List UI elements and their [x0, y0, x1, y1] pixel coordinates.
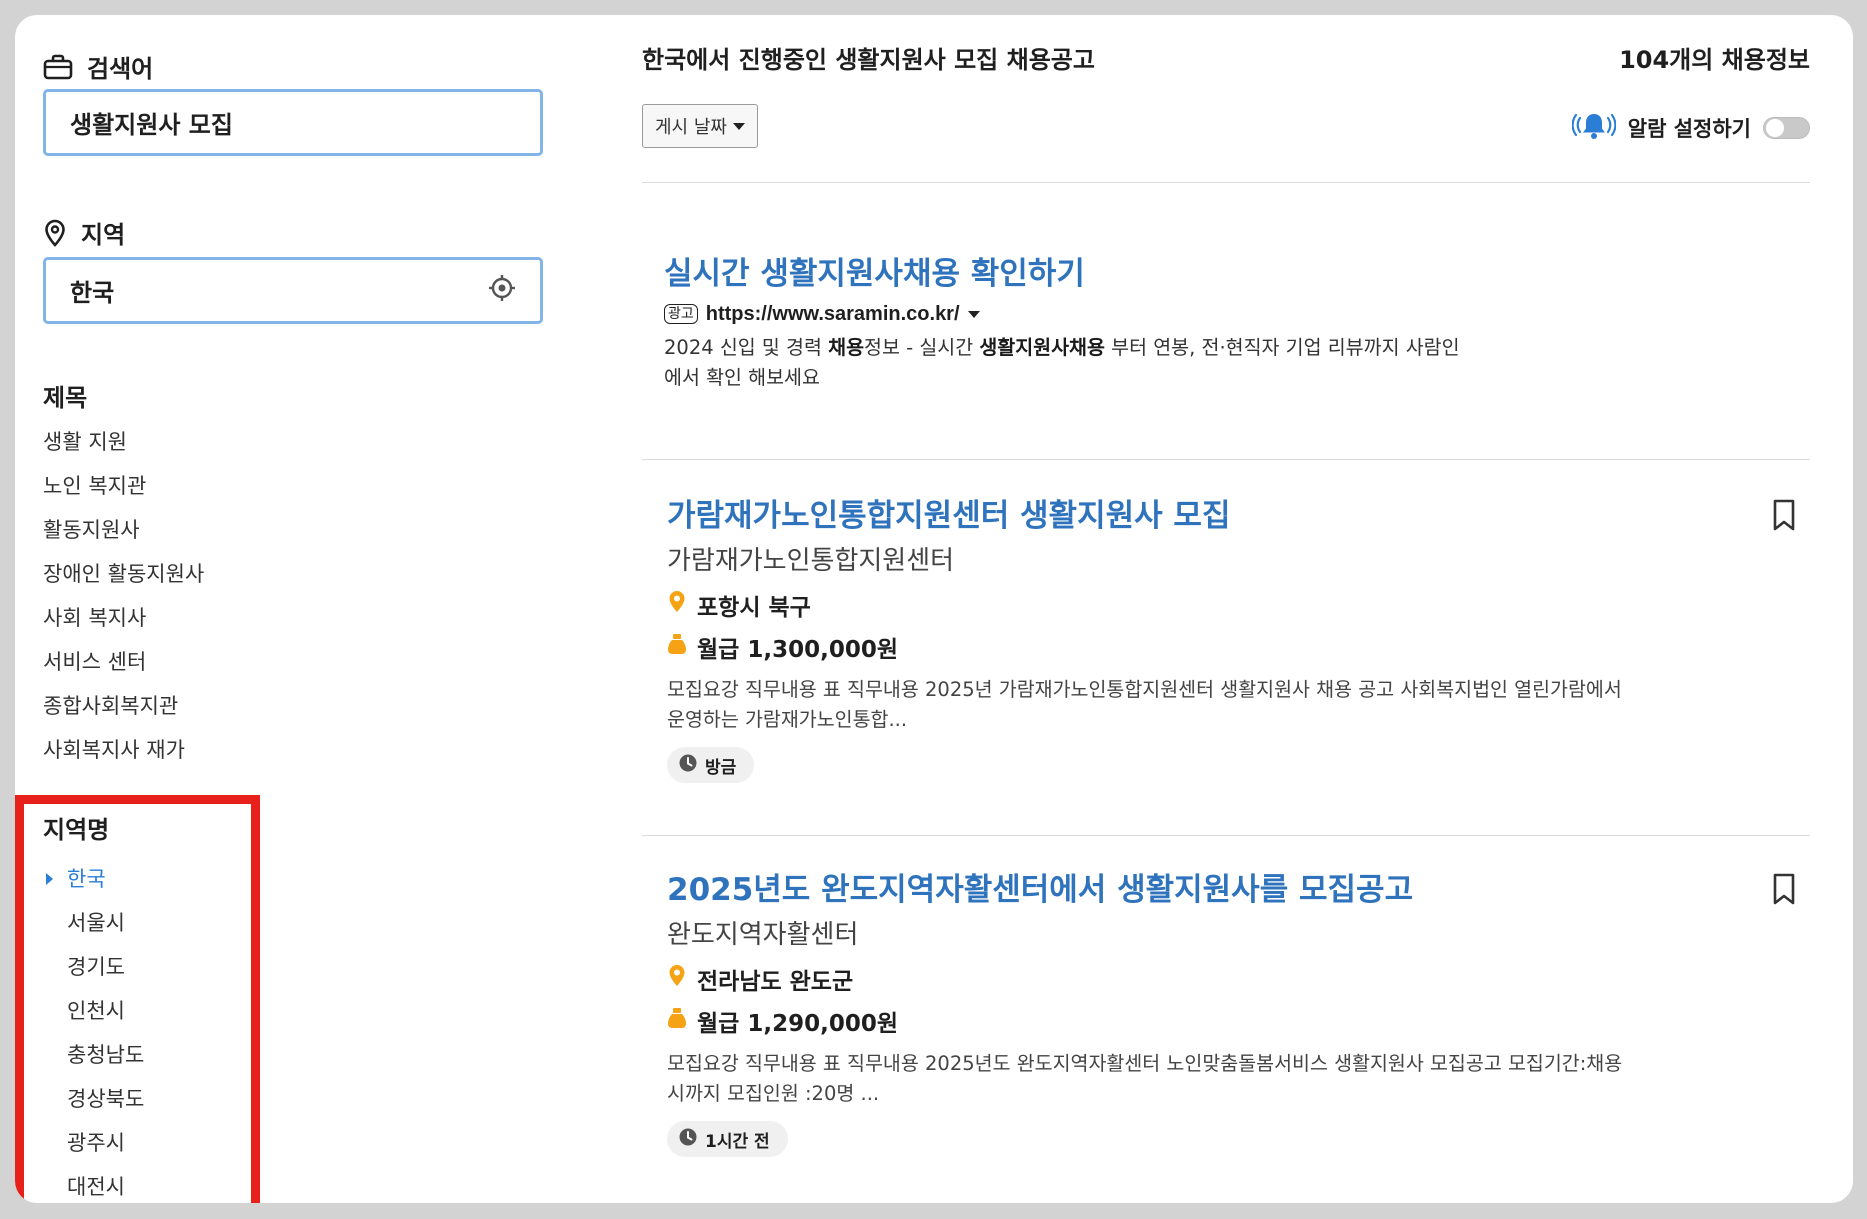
keyword-label: 검색어 [43, 49, 153, 84]
ad-desc-text: 2024 신입 및 경력 [664, 336, 829, 359]
ad-badge: 광고 [664, 304, 698, 324]
title-filter-item[interactable]: 노인 복지관 [43, 464, 204, 508]
location-label: 지역 [43, 215, 125, 250]
divider [642, 182, 1810, 183]
title-filter-item[interactable]: 서비스 센터 [43, 640, 204, 684]
posted-time-badge: 1시간 전 [667, 1121, 788, 1157]
job-desc-line: 모집요강 직무내용 표 직무내용 2025년 가람재가노인통합지원센터 생활지원… [667, 678, 1622, 701]
job-salary-text: 월급 1,290,000원 [697, 1011, 898, 1037]
ad-title-link[interactable]: 실시간 생활지원사채용 확인하기 [664, 251, 1624, 297]
title-filter-item[interactable]: 생활 지원 [43, 420, 204, 464]
title-filter-item[interactable]: 사회복지사 재가 [43, 728, 204, 772]
bookmark-icon[interactable] [1772, 499, 1796, 535]
job-desc-line: 모집요강 직무내용 표 직무내용 2025년도 완도지역자활센터 노인맞춤돌봄서… [667, 1052, 1623, 1075]
company-name: 가람재가노인통합지원센터 [667, 546, 955, 576]
company-name: 완도지역자활센터 [667, 920, 859, 950]
ad-description: 2024 신입 및 경력 채용정보 - 실시간 생활지원사채용 부터 연봉, 전… [664, 333, 1624, 393]
keyword-input[interactable]: 생활지원사 모집 [43, 89, 543, 156]
bell-icon[interactable] [1571, 110, 1617, 145]
chevron-down-icon[interactable] [967, 310, 980, 318]
job-description: 모집요강 직무내용 표 직무내용 2025년도 완도지역자활센터 노인맞춤돌봄서… [667, 1049, 1767, 1109]
job-card[interactable]: 2025년도 완도지역자활센터에서 생활지원사를 모집공고 완도지역자활센터 전… [667, 867, 1802, 1157]
title-filter-item[interactable]: 장애인 활동지원사 [43, 552, 204, 596]
location-input[interactable]: 한국 [43, 257, 543, 324]
location-pin-icon [667, 590, 687, 620]
location-label-text: 지역 [81, 221, 126, 249]
region-item[interactable]: 경상북도 [43, 1077, 144, 1121]
location-pin-icon [667, 964, 687, 994]
region-item[interactable]: 광주시 [43, 1121, 144, 1165]
sponsored-ad: 실시간 생활지원사채용 확인하기 광고 https://www.saramin.… [664, 251, 1624, 393]
title-filter-item[interactable]: 활동지원사 [43, 508, 204, 552]
region-item[interactable]: 경기도 [43, 945, 144, 989]
posted-time-badge: 방금 [667, 747, 755, 783]
ad-desc-text: 에서 확인 해보세요 [664, 366, 820, 389]
job-desc-line: 운영하는 가람재가노인통합... [667, 708, 908, 731]
title-filter-heading: 제목 [43, 384, 88, 412]
page-card: 검색어 생활지원사 모집 지역 한국 제목 생활 지원 노인 복지관 활동지원사… [15, 15, 1853, 1203]
money-bag-icon [667, 1006, 687, 1036]
keyword-input-value[interactable]: 생활지원사 모집 [70, 105, 516, 140]
job-location: 포항시 북구 [667, 587, 1802, 623]
region-item[interactable]: 대전시 [43, 1165, 144, 1203]
divider [642, 459, 1810, 460]
job-location-text: 전라남도 완도군 [697, 969, 854, 995]
job-salary-text: 월급 1,300,000원 [697, 637, 898, 663]
job-title-link[interactable]: 가람재가노인통합지원센터 생활지원사 모집 [667, 493, 1802, 539]
crosshair-icon[interactable] [488, 274, 516, 308]
ad-url-row: 광고 https://www.saramin.co.kr/ [664, 299, 1624, 329]
ad-desc-text: 부터 연봉, 전·현직자 기업 리뷰까지 사람인 [1104, 336, 1460, 359]
ad-desc-bold: 생활지원사채용 [979, 336, 1105, 359]
clock-icon [679, 754, 697, 777]
region-item-active[interactable]: 한국 [43, 857, 144, 901]
bookmark-icon[interactable] [1772, 873, 1796, 909]
alarm-setting: 알람 설정하기 [1571, 110, 1810, 145]
ad-desc-bold: 채용 [828, 336, 865, 359]
sort-dropdown[interactable]: 게시 날짜 [642, 104, 758, 148]
job-location: 전라남도 완도군 [667, 961, 1802, 997]
ad-url-link[interactable]: https://www.saramin.co.kr/ [706, 303, 960, 326]
ad-desc-text: 정보 - 실시간 [864, 336, 980, 359]
page-title: 한국에서 진행중인 생활지원사 모집 채용공고 [642, 46, 1095, 74]
region-item[interactable]: 충청남도 [43, 1033, 144, 1077]
title-filter-item[interactable]: 종합사회복지관 [43, 684, 204, 728]
region-filter-list: 한국 서울시 경기도 인천시 충청남도 경상북도 광주시 대전시 [43, 857, 144, 1203]
title-filter-item[interactable]: 사회 복지사 [43, 596, 204, 640]
job-salary: 월급 1,290,000원 [667, 1003, 1802, 1039]
sort-dropdown-label: 게시 날짜 [655, 117, 727, 138]
location-pin-icon [43, 219, 67, 247]
posted-time-text: 방금 [705, 757, 737, 778]
chevron-down-icon [732, 122, 745, 130]
clock-icon [679, 1128, 697, 1151]
title-filter-list: 생활 지원 노인 복지관 활동지원사 장애인 활동지원사 사회 복지사 서비스 … [43, 420, 204, 772]
region-item[interactable]: 서울시 [43, 901, 144, 945]
alarm-label: 알람 설정하기 [1627, 116, 1751, 141]
alarm-toggle[interactable] [1763, 116, 1810, 139]
job-desc-line: 시까지 모집인원 :20명 ... [667, 1082, 880, 1105]
posted-time-text: 1시간 전 [705, 1131, 770, 1152]
money-bag-icon [667, 632, 687, 662]
region-item[interactable]: 인천시 [43, 989, 144, 1033]
job-title-link[interactable]: 2025년도 완도지역자활센터에서 생활지원사를 모집공고 [667, 867, 1802, 913]
keyword-label-text: 검색어 [87, 55, 154, 83]
job-card[interactable]: 가람재가노인통합지원센터 생활지원사 모집 가람재가노인통합지원센터 포항시 북… [667, 493, 1802, 783]
job-description: 모집요강 직무내용 표 직무내용 2025년 가람재가노인통합지원센터 생활지원… [667, 675, 1767, 735]
job-location-text: 포항시 북구 [697, 595, 811, 621]
job-count: 104개의 채용정보 [1619, 46, 1810, 74]
region-filter-heading: 지역명 [43, 816, 110, 844]
job-salary: 월급 1,300,000원 [667, 629, 1802, 665]
briefcase-icon [43, 54, 73, 80]
divider [642, 835, 1810, 836]
location-input-value[interactable]: 한국 [70, 273, 488, 308]
